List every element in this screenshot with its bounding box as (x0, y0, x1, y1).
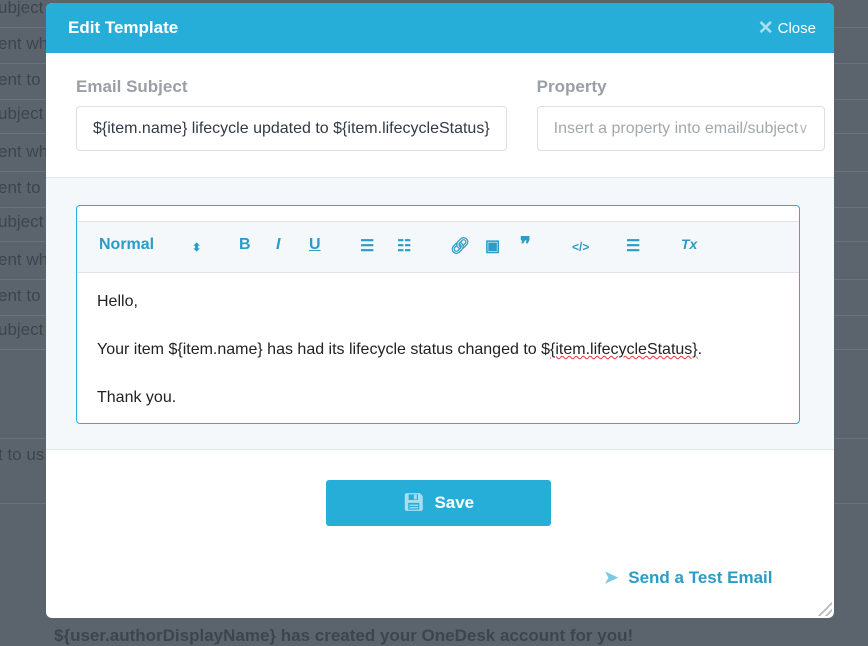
bold-button[interactable]: B (239, 236, 251, 254)
image-icon[interactable]: ▣ (485, 236, 500, 256)
property-select[interactable]: Insert a property into email/subject ∨ (536, 106, 826, 151)
editor-toolbar: Normal ⬍ B I U ☰ ☷ 🔗︎ ▣ ❞ </> ☰ Tx (77, 221, 799, 273)
save-icon: 💾︎ (402, 493, 425, 512)
body-line: Hello, (97, 293, 138, 310)
format-select[interactable]: Normal (99, 236, 154, 254)
rich-text-editor: Normal ⬍ B I U ☰ ☷ 🔗︎ ▣ ❞ </> ☰ Tx Hello… (76, 205, 800, 424)
chevron-down-icon: ∨ (798, 120, 809, 136)
italic-button[interactable]: I (276, 236, 280, 254)
body-line: Thank you. (97, 389, 177, 406)
body-text: . (697, 341, 703, 358)
close-icon: ✕ (757, 17, 774, 39)
code-block-icon[interactable]: </> (572, 240, 589, 254)
email-subject-label: Email Subject (76, 77, 188, 96)
bullet-list-icon[interactable]: ☷ (397, 236, 411, 256)
body-line: Your item ${item.name} has had its lifec… (97, 338, 779, 362)
property-placeholder: Insert a property into email/subject (553, 119, 799, 137)
align-icon[interactable]: ☰ (626, 236, 640, 256)
editor-content[interactable]: Hello, Your item ${item.name} has had it… (77, 273, 799, 451)
spellcheck-text: {item.lifecycleStatus} (550, 341, 698, 358)
save-button[interactable]: 💾︎ Save (326, 480, 551, 526)
blockquote-icon[interactable]: ❞ (520, 232, 531, 257)
modal-title: Edit Template (68, 18, 179, 37)
ordered-list-icon[interactable]: ☰ (360, 236, 374, 256)
close-label: Close (777, 19, 816, 37)
email-subject-input[interactable]: ${item.name} lifecycle updated to ${item… (76, 106, 507, 151)
clear-format-icon[interactable]: Tx (681, 236, 697, 252)
send-test-email-button[interactable]: ➤ Send a Test Email (604, 568, 772, 588)
link-icon[interactable]: 🔗︎ (450, 236, 470, 256)
property-label: Property (536, 77, 607, 96)
underline-button[interactable]: U (309, 236, 321, 254)
body-text: Your item ${item.name} has had its lifec… (97, 341, 551, 358)
bg-footer-text: ${user.authorDisplayName} has created yo… (54, 626, 634, 645)
save-label: Save (434, 493, 475, 512)
send-test-label: Send a Test Email (628, 568, 773, 587)
close-button[interactable]: ✕ Close (758, 17, 816, 40)
modal-header: Edit Template ✕ Close (46, 3, 834, 53)
paper-plane-icon: ➤ (604, 568, 619, 587)
resize-handle[interactable] (818, 602, 832, 616)
select-arrows-icon[interactable]: ⬍ (192, 241, 201, 254)
edit-template-modal: Edit Template ✕ Close Email Subject ${ite… (46, 3, 834, 618)
